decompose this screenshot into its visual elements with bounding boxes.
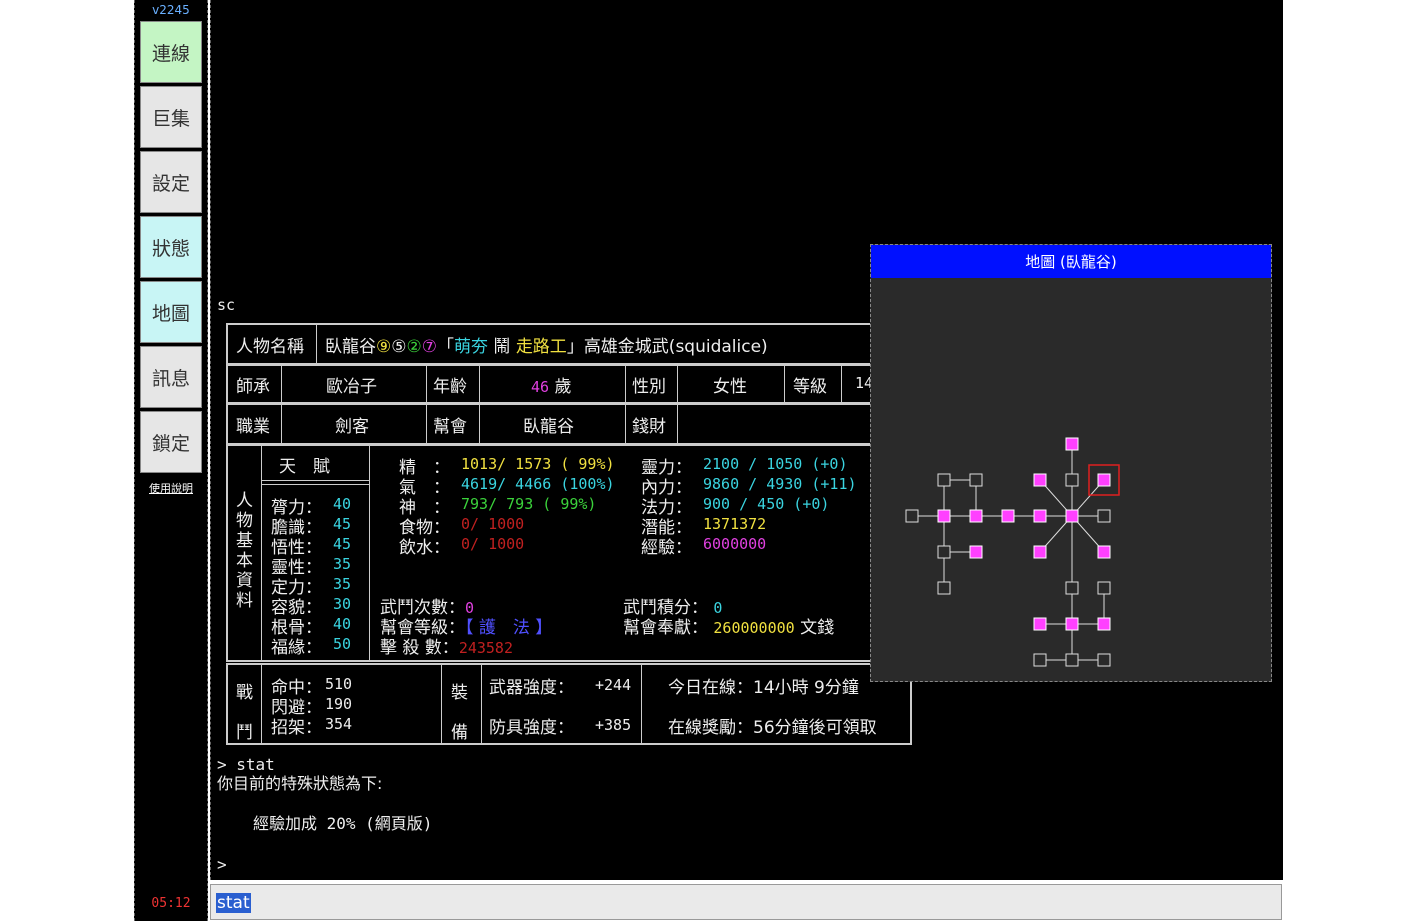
map-room [1033, 509, 1047, 523]
version-label: v2245 [152, 3, 190, 17]
armor-strength-value: +385 [595, 716, 632, 734]
map-button[interactable]: 地圖 [140, 281, 202, 343]
job-label: 職業 [236, 417, 270, 437]
status-header: 你目前的特殊狀態為下: [217, 774, 383, 793]
age-label: 年齡 [433, 377, 467, 397]
command-input-text[interactable]: stat [216, 893, 251, 913]
vital-stat-row: 飲水： 0/ 1000 [399, 535, 525, 558]
message-button[interactable]: 訊息 [140, 346, 202, 408]
map-room [937, 545, 951, 559]
map-room [1001, 509, 1015, 523]
map-room [969, 509, 983, 523]
sidebar: v2245 連線 巨集 設定 狀態 地圖 訊息 鎖定 使用說明 05:12 [134, 0, 208, 921]
power-stat-row: 經驗： 6000000 [641, 535, 767, 558]
weapon-strength-value: +244 [595, 676, 632, 694]
battle-stat-row: 招架： 354 [271, 715, 353, 738]
map-title[interactable]: 地圖 (臥龍谷) [871, 245, 1271, 278]
map-room [1097, 653, 1111, 667]
map-room [1033, 617, 1047, 631]
guild-value: 臥龍谷 [523, 417, 574, 437]
master-label: 師承 [236, 377, 270, 397]
prev-command: sc [217, 296, 236, 314]
map-room [1065, 437, 1079, 451]
master-value: 歐冶子 [326, 377, 377, 397]
level-label: 等級 [793, 377, 827, 397]
map-room [1097, 581, 1111, 595]
name-label: 人物名稱 [236, 337, 304, 357]
equip-label: 裝備 [451, 683, 468, 743]
job-value: 劍客 [335, 417, 369, 437]
map-room [969, 473, 983, 487]
armor-strength: 防具強度： [489, 718, 574, 738]
settings-button[interactable]: 設定 [140, 151, 202, 213]
attribute-row: 福緣： 50 [271, 635, 352, 658]
map-room [1065, 473, 1079, 487]
talent-label: 天 賦 [279, 457, 330, 477]
map-room [937, 581, 951, 595]
help-link[interactable]: 使用說明 [135, 480, 207, 496]
online-today: 今日在線：14小時 9分鐘 [668, 678, 859, 698]
connect-button[interactable]: 連線 [140, 21, 202, 83]
map-room [1065, 617, 1079, 631]
clock: 05:12 [151, 896, 191, 911]
map-room [1033, 653, 1047, 667]
command-echo: > stat [217, 755, 275, 774]
online-reward: 在線獎勵：56分鐘後可領取 [668, 718, 877, 738]
prompt: > [217, 855, 227, 874]
map-room [1097, 617, 1111, 631]
map-room [937, 509, 951, 523]
battle-label: 戰鬥 [236, 683, 253, 743]
map-room [1097, 509, 1111, 523]
map-canvas [905, 437, 1120, 667]
map-room [1065, 509, 1079, 523]
map-room [1065, 581, 1079, 595]
map-window[interactable]: 地圖 (臥龍谷) [870, 244, 1272, 682]
gender-value: 女性 [713, 377, 747, 397]
lock-button[interactable]: 鎖定 [140, 411, 202, 473]
macro-button[interactable]: 巨集 [140, 86, 202, 148]
guild-contribution: 幫會奉獻： 260000000 文錢 [623, 618, 835, 638]
map-room [1033, 545, 1047, 559]
character-name: 臥龍谷⑨⑤②⑦「萌夯 鬧 走路工」高雄金城武(squidalice) [325, 337, 768, 357]
kill-count: 擊 殺 數：243582 [380, 638, 513, 658]
map-room [937, 473, 951, 487]
weapon-strength: 武器強度： [489, 678, 574, 698]
gender-label: 性別 [632, 377, 666, 397]
basic-data-label: 人物基本資料 [236, 491, 253, 611]
guild-label: 幫會 [433, 417, 467, 437]
map-room [1065, 653, 1079, 667]
map-room [969, 545, 983, 559]
money-label: 錢財 [632, 417, 666, 437]
status-item: 經驗加成 20% (網頁版) [253, 814, 433, 833]
age-value: 46 歲 [531, 377, 572, 397]
map-room [1097, 545, 1111, 559]
status-button[interactable]: 狀態 [140, 216, 202, 278]
map-room [905, 509, 919, 523]
map-room [1033, 473, 1047, 487]
command-input[interactable]: stat [210, 884, 1282, 920]
map-room [1097, 473, 1111, 487]
